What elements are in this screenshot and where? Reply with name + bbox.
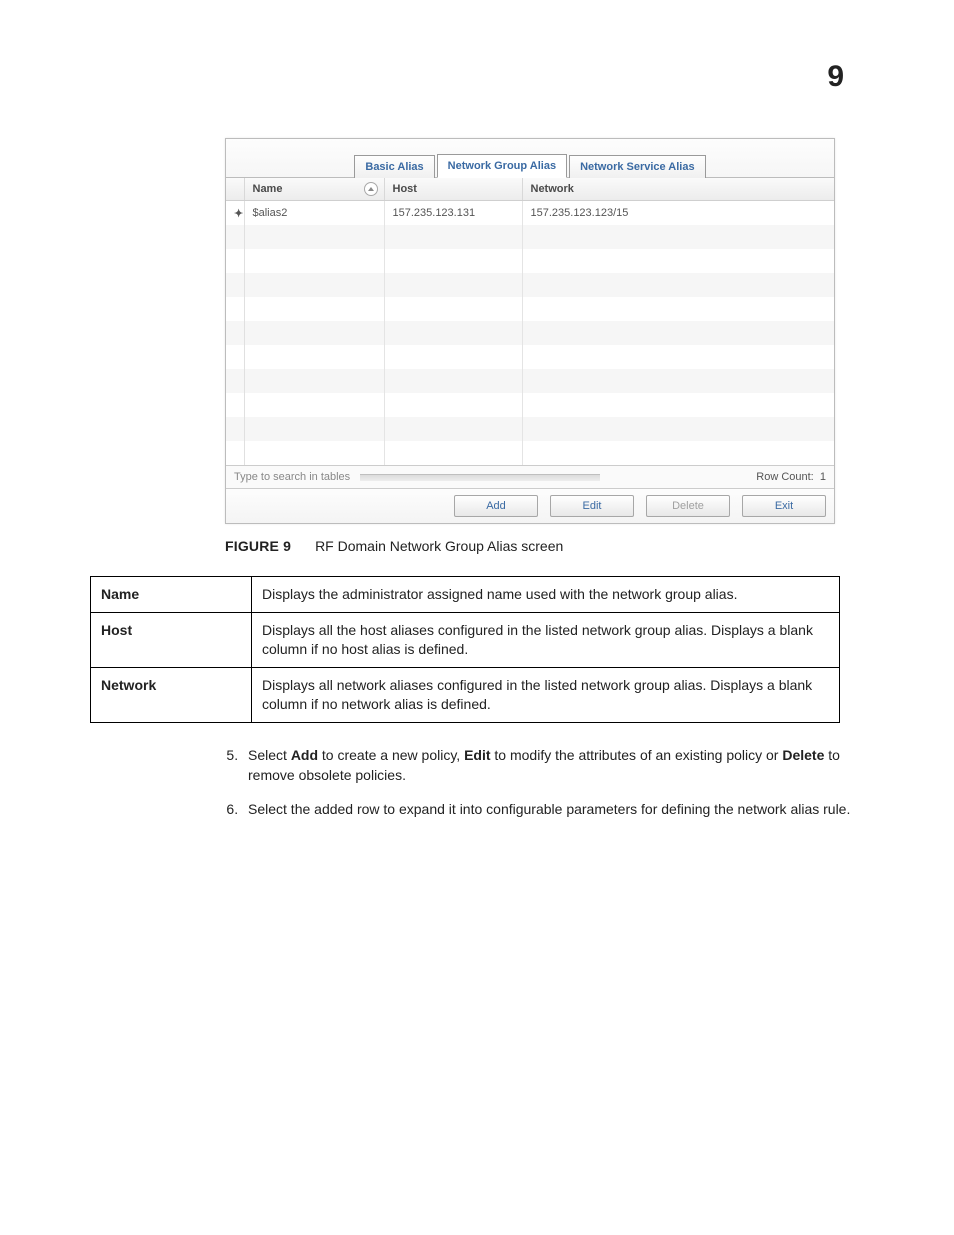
tab-network-service-alias[interactable]: Network Service Alias	[569, 155, 706, 178]
table-row[interactable]: ✦ $alias2 157.235.123.131 157.235.123.12…	[226, 201, 834, 226]
col-network-label: Network	[531, 183, 574, 195]
document-page: 9 Basic Alias Network Group Alias Networ…	[0, 0, 954, 1235]
tab-label: Network Service Alias	[580, 161, 695, 173]
figure-title: RF Domain Network Group Alias screen	[315, 538, 563, 554]
alias-grid: Name Host Network ✦ $alias2 157.235.123.…	[226, 178, 834, 465]
tab-bar: Basic Alias Network Group Alias Network …	[226, 139, 834, 178]
sort-asc-icon[interactable]	[364, 182, 378, 196]
tab-basic-alias[interactable]: Basic Alias	[354, 155, 434, 178]
cell-network: 157.235.123.123/15	[522, 201, 834, 226]
table-row	[226, 393, 834, 417]
expand-header	[226, 178, 244, 201]
desc-val: Displays all the host aliases configured…	[252, 613, 840, 668]
step-bold: Delete	[782, 747, 824, 763]
table-row	[226, 321, 834, 345]
col-name-header[interactable]: Name	[244, 178, 384, 201]
button-label: Add	[486, 500, 506, 512]
row-count-value: 1	[820, 471, 826, 483]
col-network-header[interactable]: Network	[522, 178, 834, 201]
step-text: Select	[248, 747, 291, 763]
grid-header-row: Name Host Network	[226, 178, 834, 201]
desc-row: Host Displays all the host aliases confi…	[91, 613, 840, 668]
search-scroll-indicator	[360, 474, 600, 481]
action-bar: Add Edit Delete Exit	[226, 488, 834, 523]
step-text: to modify the attributes of an existing …	[491, 747, 783, 763]
button-label: Delete	[672, 500, 704, 512]
exit-button[interactable]: Exit	[742, 495, 826, 517]
col-host-header[interactable]: Host	[384, 178, 522, 201]
table-row	[226, 273, 834, 297]
step-text: to create a new policy,	[318, 747, 464, 763]
search-input[interactable]: Type to search in tables	[234, 471, 350, 483]
add-button[interactable]: Add	[454, 495, 538, 517]
button-label: Edit	[583, 500, 602, 512]
cell-host: 157.235.123.131	[384, 201, 522, 226]
row-count: Row Count: 1	[756, 471, 826, 483]
page-number: 9	[827, 60, 844, 94]
desc-key: Name	[91, 577, 252, 613]
step-6: Select the added row to expand it into c…	[242, 799, 862, 819]
tab-network-group-alias[interactable]: Network Group Alias	[437, 154, 567, 178]
step-5: Select Add to create a new policy, Edit …	[242, 745, 862, 785]
table-row	[226, 249, 834, 273]
edit-button[interactable]: Edit	[550, 495, 634, 517]
desc-key: Host	[91, 613, 252, 668]
grid-footer: Type to search in tables Row Count: 1	[226, 465, 834, 488]
row-count-label: Row Count:	[756, 471, 813, 483]
description-table: Name Displays the administrator assigned…	[90, 576, 840, 723]
tab-label: Basic Alias	[365, 161, 423, 173]
desc-val: Displays all network aliases configured …	[252, 668, 840, 723]
delete-button[interactable]: Delete	[646, 495, 730, 517]
grid-body: ✦ $alias2 157.235.123.131 157.235.123.12…	[226, 201, 834, 466]
desc-val: Displays the administrator assigned name…	[252, 577, 840, 613]
table-row	[226, 417, 834, 441]
step-bold: Edit	[464, 747, 490, 763]
desc-row: Network Displays all network aliases con…	[91, 668, 840, 723]
desc-row: Name Displays the administrator assigned…	[91, 577, 840, 613]
button-label: Exit	[775, 500, 793, 512]
table-row	[226, 297, 834, 321]
step-text: Select the added row to expand it into c…	[248, 801, 850, 817]
cell-name: $alias2	[244, 201, 384, 226]
desc-key: Network	[91, 668, 252, 723]
app-screenshot: Basic Alias Network Group Alias Network …	[225, 138, 835, 524]
instruction-list: Select Add to create a new policy, Edit …	[242, 745, 862, 819]
figure-label: FIGURE 9	[225, 538, 291, 554]
table-row	[226, 369, 834, 393]
figure-caption: FIGURE 9 RF Domain Network Group Alias s…	[225, 538, 894, 554]
tab-label: Network Group Alias	[448, 160, 556, 172]
col-host-label: Host	[393, 183, 417, 195]
table-row	[226, 345, 834, 369]
table-row	[226, 441, 834, 465]
step-bold: Add	[291, 747, 318, 763]
table-row	[226, 225, 834, 249]
expand-icon[interactable]: ✦	[226, 201, 244, 226]
col-name-label: Name	[253, 183, 283, 195]
